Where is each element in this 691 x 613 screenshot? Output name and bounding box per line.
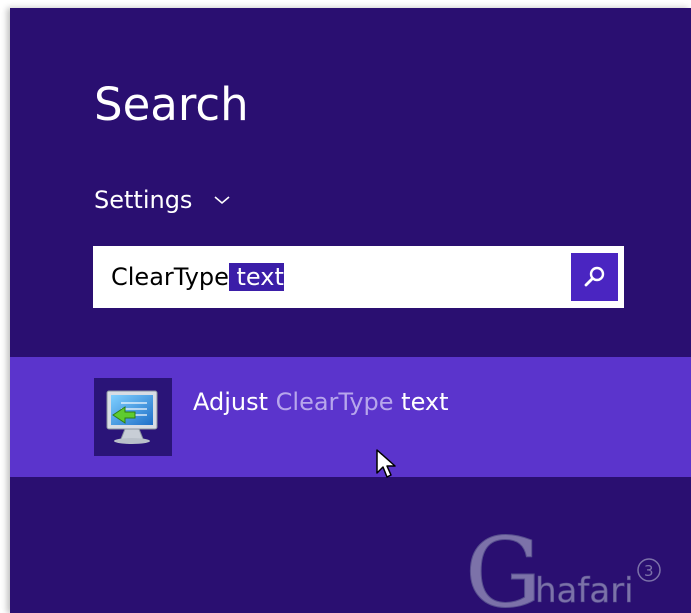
search-charm-panel: Search Settings ClearType text Adjust Cl… [10,8,691,613]
watermark-mark: 3 [644,562,654,580]
search-query-selection: text [228,263,284,291]
search-scope-dropdown[interactable]: Settings [94,186,230,214]
search-icon [584,266,604,287]
result-label-match: ClearType [275,388,394,416]
watermark-letter: G [465,518,542,613]
search-result-item[interactable]: Adjust ClearType text [10,357,691,477]
watermark-logo: G hafari 3 [465,518,661,613]
search-result-label: Adjust ClearType text [193,388,449,416]
chevron-down-icon [214,196,230,205]
screen: Search Settings ClearType text Adjust Cl… [0,0,691,613]
search-query-text: ClearType [111,263,229,291]
watermark-text: hafari [535,571,634,611]
search-scope-label: Settings [94,186,193,214]
search-query[interactable]: ClearType text [111,261,284,293]
mouse-pointer-icon [376,449,396,478]
result-label-suffix: text [393,388,449,416]
monitor-cleartype-icon [94,378,172,456]
search-button[interactable] [571,253,618,301]
search-input[interactable]: ClearType text [93,246,624,308]
panel-title: Search [94,78,249,131]
result-label-prefix: Adjust [193,388,276,416]
